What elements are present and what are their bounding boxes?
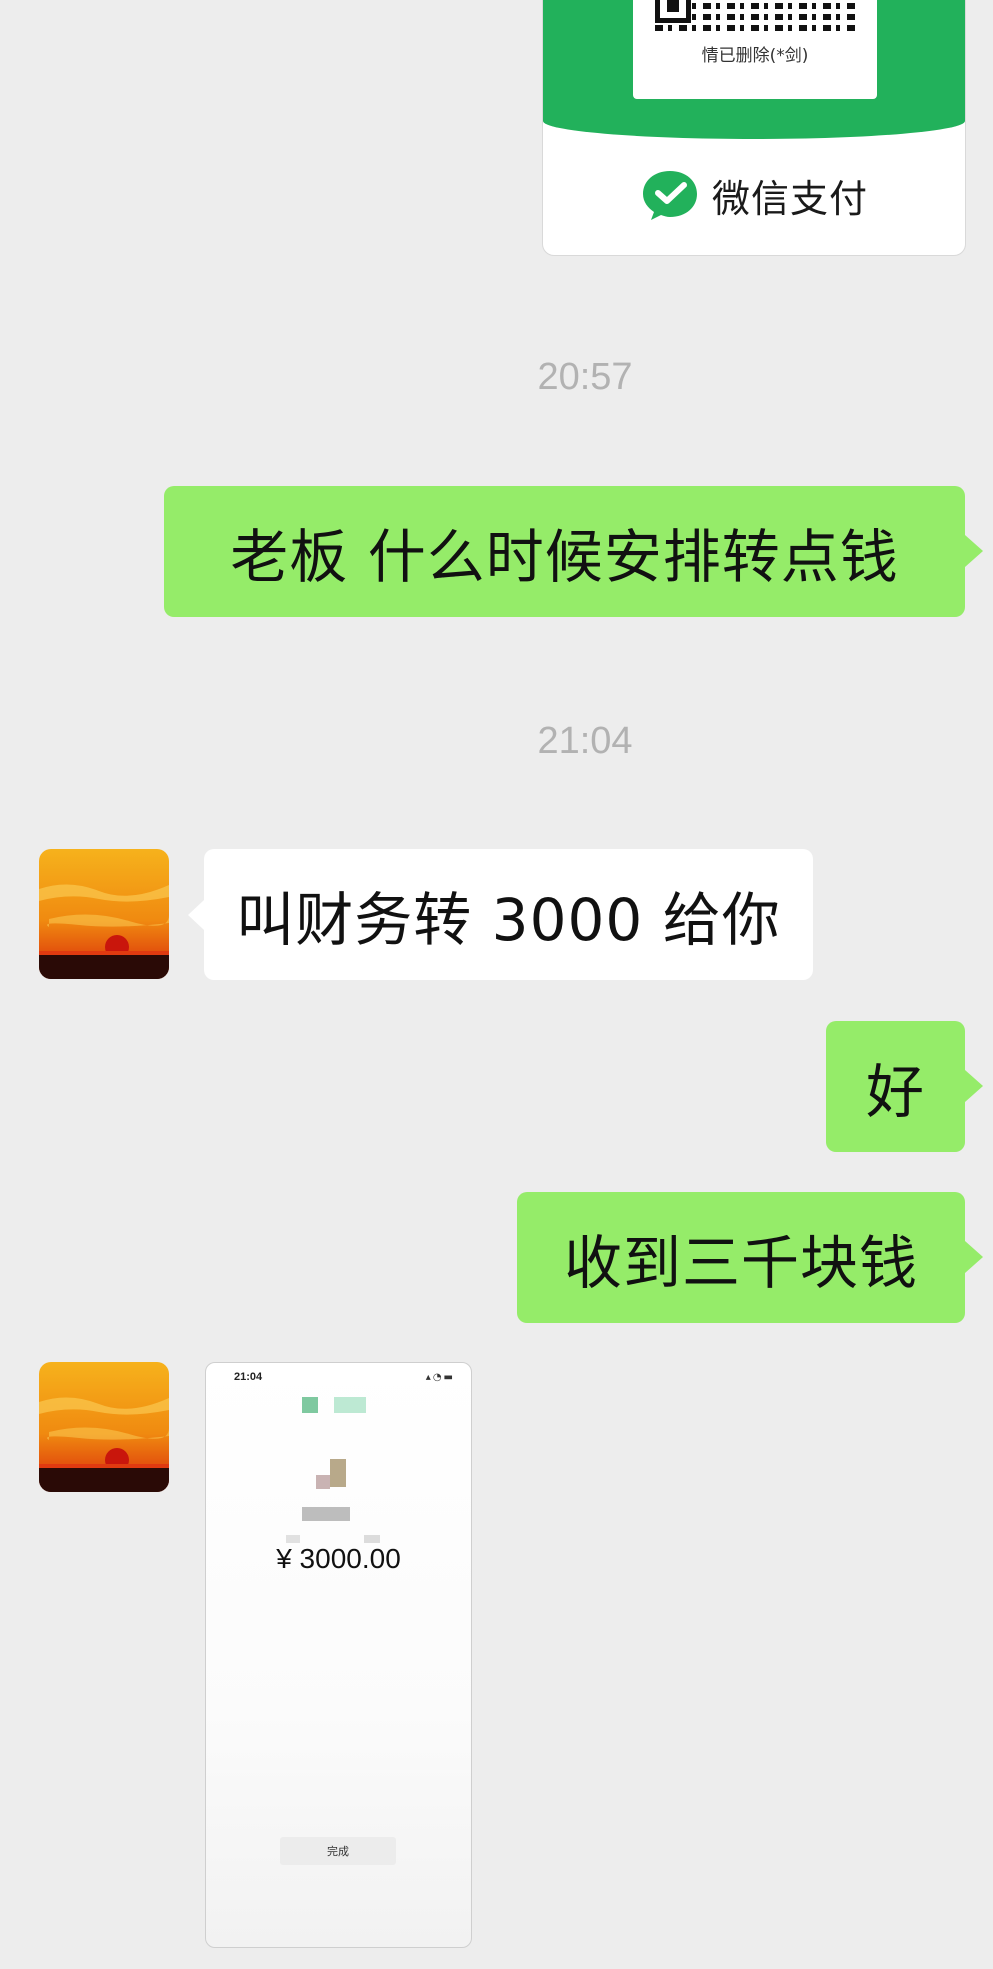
- bubble-tail: [965, 1070, 983, 1102]
- message-bubble-sent[interactable]: 好: [826, 1021, 965, 1152]
- bubble-tail: [188, 900, 204, 930]
- wechat-pay-check-icon: [642, 171, 697, 220]
- bubble-tail: [965, 535, 983, 567]
- mosaic-block: [316, 1475, 330, 1489]
- contact-avatar[interactable]: [39, 849, 169, 979]
- timestamp: 20:57: [537, 356, 633, 398]
- message-bubble-received[interactable]: 叫财务转 3000 给你: [204, 849, 813, 980]
- message-bubble-sent[interactable]: 收到三千块钱: [517, 1192, 965, 1323]
- timestamp: 21:04: [537, 720, 633, 762]
- sunset-avatar-image: [39, 1362, 169, 1492]
- qr-code-panel: 情已删除(*剑): [633, 0, 877, 99]
- done-button: 完成: [280, 1837, 396, 1865]
- qr-payment-card[interactable]: 情已删除(*剑) 微信支付: [542, 0, 966, 256]
- mosaic-block: [364, 1535, 380, 1543]
- screenshot-status-icons: ▴◔▬: [425, 1372, 455, 1383]
- contact-avatar[interactable]: [39, 1362, 169, 1492]
- qr-finder-pattern: [655, 0, 691, 23]
- bubble-tail: [965, 1241, 983, 1273]
- image-message-transfer-screenshot[interactable]: 21:04 ▴◔▬ ¥ 3000.00 完成: [205, 1362, 472, 1948]
- mosaic-block: [330, 1459, 346, 1487]
- mosaic-block: [334, 1397, 366, 1413]
- qr-caption: 情已删除(*剑): [701, 46, 809, 66]
- mosaic-block: [302, 1507, 350, 1521]
- message-bubble-sent[interactable]: 老板 什么时候安排转点钱: [164, 486, 965, 617]
- wechat-pay-label: 微信支付: [711, 176, 868, 221]
- sunset-avatar-image: [39, 849, 169, 979]
- wechat-pay-row: 微信支付: [543, 165, 965, 225]
- transfer-amount: ¥ 3000.00: [276, 1543, 401, 1574]
- mosaic-block: [286, 1535, 300, 1543]
- screenshot-status-time: 21:04: [234, 1371, 263, 1383]
- mosaic-block: [302, 1397, 318, 1413]
